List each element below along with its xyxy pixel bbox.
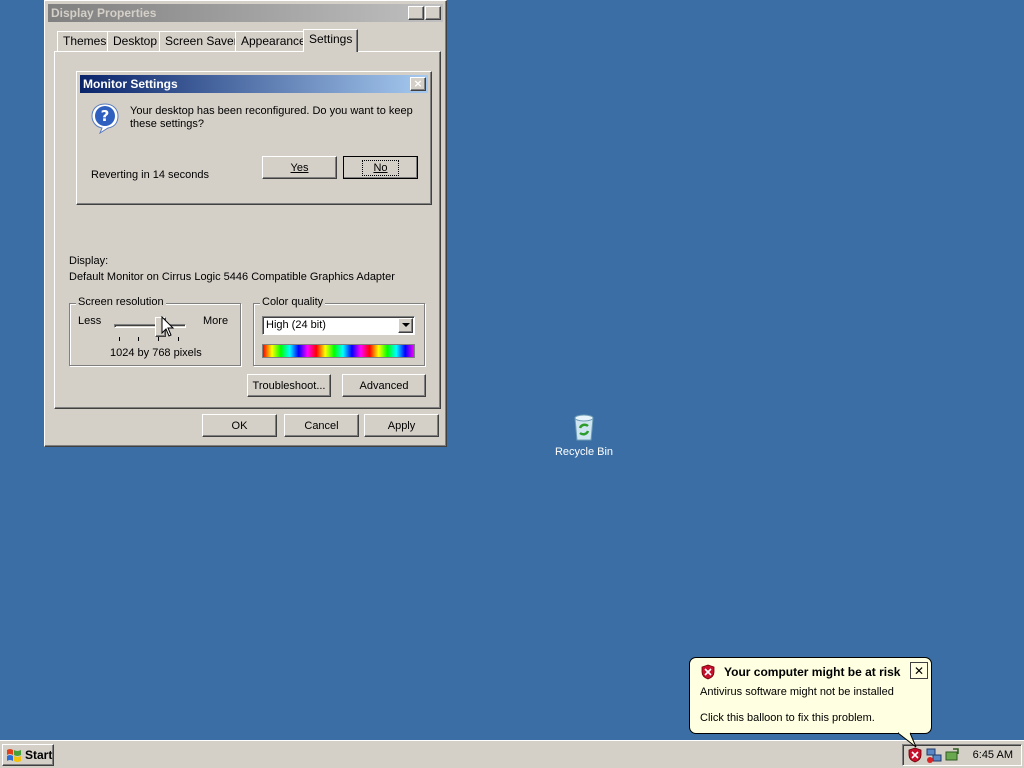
balloon-tail (896, 730, 918, 748)
advanced-button[interactable]: Advanced (342, 374, 426, 397)
taskbar-clock[interactable]: 6:45 AM (973, 749, 1013, 761)
resolution-slider-ticks (114, 337, 186, 341)
resolution-value: 1024 by 768 pixels (110, 347, 202, 359)
balloon-instruction: Click this balloon to fix this problem. (700, 712, 875, 724)
windows-logo-icon (6, 748, 22, 762)
mouse-cursor (161, 315, 175, 341)
security-balloon[interactable]: Your computer might be at risk ✕ Antivir… (689, 657, 932, 734)
chevron-down-icon[interactable] (398, 318, 413, 333)
recycle-bin-label: Recycle Bin (554, 446, 614, 458)
help-button[interactable]: ? (408, 6, 424, 20)
network-tray-icon[interactable] (926, 747, 942, 763)
apply-button[interactable]: Apply (364, 414, 439, 437)
recycle-bin-shortcut[interactable]: Recycle Bin (548, 410, 620, 466)
display-label: Display: (69, 255, 109, 267)
start-label: Start (25, 748, 53, 762)
revert-countdown: Reverting in 14 seconds (91, 169, 210, 181)
no-button-label: No (373, 161, 388, 174)
balloon-message: Antivirus software might not be installe… (700, 686, 894, 698)
yes-button-label: Yes (290, 161, 309, 174)
question-icon: ? (90, 102, 120, 135)
monitor-settings-message-line2: these settings? (130, 118, 204, 130)
svg-text:?: ? (101, 107, 110, 125)
tab-themes[interactable]: Themes (57, 31, 113, 52)
color-spectrum-bar (262, 344, 415, 358)
system-tray: 6:45 AM (902, 744, 1022, 766)
no-button-focus: No (362, 159, 399, 176)
monitor-settings-title: Monitor Settings (83, 77, 178, 91)
display-properties-window: Display Properties ? × Themes Desktop Sc… (44, 0, 447, 447)
close-button[interactable]: × (425, 6, 441, 20)
yes-button[interactable]: Yes (262, 156, 337, 179)
troubleshoot-button[interactable]: Troubleshoot... (247, 374, 331, 397)
balloon-title: Your computer might be at risk (724, 665, 901, 679)
display-properties-titlebar[interactable]: Display Properties ? × (48, 4, 443, 22)
recycle-bin-icon (568, 410, 600, 442)
resolution-more-label: More (203, 315, 229, 327)
display-adapter-name: Default Monitor on Cirrus Logic 5446 Com… (69, 271, 395, 283)
close-button[interactable]: × (410, 77, 426, 91)
monitor-settings-message-line1: Your desktop has been reconfigured. Do y… (130, 105, 413, 117)
monitor-settings-titlebar[interactable]: Monitor Settings × (80, 75, 428, 93)
color-quality-label: Color quality (260, 296, 326, 308)
screen-resolution-label: Screen resolution (76, 296, 166, 308)
display-properties-title: Display Properties (51, 6, 157, 20)
start-button[interactable]: Start (2, 744, 54, 766)
color-quality-select[interactable]: High (24 bit) (262, 316, 415, 335)
shield-warning-icon (700, 664, 716, 680)
security-shield-tray-icon[interactable] (907, 747, 923, 763)
safely-remove-hardware-icon[interactable] (944, 747, 960, 763)
close-icon: ✕ (913, 663, 925, 678)
tab-settings[interactable]: Settings (303, 29, 359, 52)
resolution-slider-track (114, 324, 186, 328)
taskbar: Start 6:45 AM (0, 740, 1024, 768)
color-quality-value: High (24 bit) (266, 319, 326, 331)
resolution-less-label: Less (78, 315, 102, 327)
ok-button[interactable]: OK (202, 414, 277, 437)
tab-appearance[interactable]: Appearance (235, 31, 312, 52)
cancel-button[interactable]: Cancel (284, 414, 359, 437)
balloon-close-button[interactable]: ✕ (910, 662, 928, 679)
resolution-slider[interactable] (114, 317, 186, 341)
tab-screen-saver[interactable]: Screen Saver (159, 31, 244, 52)
tab-desktop[interactable]: Desktop (107, 31, 164, 52)
no-button[interactable]: No (343, 156, 418, 179)
screen-resolution-group: Screen resolution Less More 1024 by 768 … (69, 296, 241, 366)
color-quality-group: Color quality High (24 bit) (253, 296, 425, 366)
monitor-settings-dialog: Monitor Settings × ? Your desktop has be… (76, 71, 432, 205)
